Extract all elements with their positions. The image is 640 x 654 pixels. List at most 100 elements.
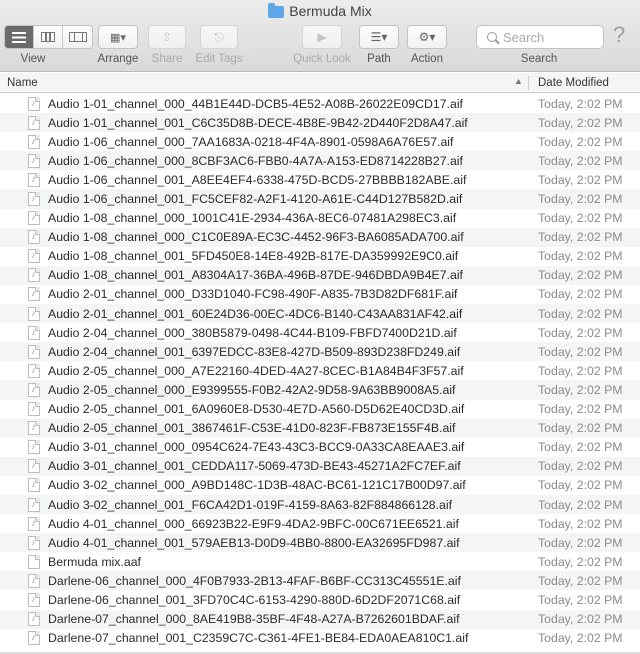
edit-tags-button[interactable]: ⎋ bbox=[200, 25, 238, 49]
audio-file-icon bbox=[28, 592, 40, 607]
file-row[interactable]: Audio 2-05_channel_001_3867461F-C53E-41D… bbox=[0, 418, 640, 438]
quick-look-button[interactable]: ▶ bbox=[302, 25, 342, 49]
file-name: Bermuda mix.aaf bbox=[48, 554, 141, 569]
file-row[interactable]: Audio 2-01_channel_001_60E24D36-00EC-4DC… bbox=[0, 304, 640, 324]
file-date-modified: Today, 2:02 PM bbox=[538, 363, 623, 378]
action-button[interactable]: ⚙▾ bbox=[407, 25, 447, 49]
audio-file-icon bbox=[28, 134, 40, 149]
window-title: Bermuda Mix bbox=[0, 2, 640, 20]
file-name-cell: Audio 1-06_channel_001_A8EE4EF4-6338-475… bbox=[0, 172, 530, 187]
file-date-modified: Today, 2:02 PM bbox=[538, 421, 623, 436]
share-label: Share bbox=[151, 53, 183, 65]
sort-ascending-icon: ▲ bbox=[514, 76, 523, 86]
file-row[interactable]: Audio 2-05_channel_001_6A0960E8-D530-4E7… bbox=[0, 400, 640, 419]
file-date-modified: Today, 2:02 PM bbox=[538, 192, 623, 207]
list-view-button[interactable] bbox=[5, 26, 34, 48]
path-label: Path bbox=[367, 53, 391, 65]
finder-toolbar: Bermuda Mix View ▦▾ Arrange ⇧ Share ⎋ Ed… bbox=[0, 0, 640, 72]
search-label: Search bbox=[520, 53, 558, 65]
audio-file-icon bbox=[28, 268, 40, 283]
file-name: Audio 2-05_channel_000_A7E22160-4DED-4A2… bbox=[48, 363, 464, 378]
file-name-cell: Audio 1-06_channel_000_7AA1683A-0218-4F4… bbox=[0, 134, 530, 149]
file-row[interactable]: Audio 1-08_channel_001_A8304A17-36BA-496… bbox=[0, 265, 640, 285]
column-divider[interactable] bbox=[528, 76, 529, 90]
file-row[interactable]: Bermuda mix.aaf Today, 2:02 PM bbox=[0, 552, 640, 571]
file-list: Audio 1-01_channel_000_44B1E44D-DCB5-4E5… bbox=[0, 94, 640, 648]
window-title-text: Bermuda Mix bbox=[289, 3, 372, 19]
arrange-button[interactable]: ▦▾ bbox=[98, 25, 138, 49]
file-name-cell: Audio 4-01_channel_000_66923B22-E9F9-4DA… bbox=[0, 516, 530, 531]
file-name-cell: Audio 1-08_channel_001_5FD450E8-14E8-492… bbox=[0, 249, 530, 264]
search-input[interactable]: Search bbox=[476, 25, 604, 49]
file-name-cell: Audio 1-01_channel_000_44B1E44D-DCB5-4E5… bbox=[0, 96, 530, 111]
file-name-cell: Audio 1-08_channel_001_A8304A17-36BA-496… bbox=[0, 268, 530, 283]
file-row[interactable]: Darlene-07_channel_000_8AE419B8-35BF-4F4… bbox=[0, 609, 640, 629]
cover-flow-button[interactable] bbox=[63, 26, 92, 48]
file-row[interactable]: Audio 3-01_channel_001_CEDDA117-5069-473… bbox=[0, 456, 640, 476]
file-row[interactable]: Audio 1-01_channel_001_C6C35D8B-DECE-4B8… bbox=[0, 113, 640, 133]
file-name-cell: Darlene-07_channel_000_8AE419B8-35BF-4F4… bbox=[0, 612, 530, 627]
audio-file-icon bbox=[28, 306, 40, 321]
file-row[interactable]: Darlene-07_channel_001_C2359C7C-C361-4FE… bbox=[0, 629, 640, 648]
file-row[interactable]: Audio 4-01_channel_001_579AEB13-D0D9-4BB… bbox=[0, 533, 640, 553]
file-date-modified: Today, 2:02 PM bbox=[538, 478, 623, 493]
file-row[interactable]: Audio 1-06_channel_000_7AA1683A-0218-4F4… bbox=[0, 132, 640, 151]
file-row[interactable]: Audio 1-06_channel_001_A8EE4EF4-6338-475… bbox=[0, 170, 640, 189]
audio-file-icon bbox=[28, 573, 40, 588]
view-label: View bbox=[20, 53, 46, 65]
file-name: Audio 3-02_channel_000_A9BD148C-1D3B-48A… bbox=[48, 478, 466, 493]
file-name-cell: Audio 3-02_channel_001_F6CA42D1-019F-415… bbox=[0, 497, 530, 512]
file-date-modified: Today, 2:02 PM bbox=[538, 344, 623, 359]
path-button[interactable]: ☰▾ bbox=[359, 25, 399, 49]
share-button[interactable]: ⇧ bbox=[148, 25, 186, 49]
file-row[interactable]: Audio 3-02_channel_000_A9BD148C-1D3B-48A… bbox=[0, 476, 640, 495]
column-view-button[interactable] bbox=[34, 26, 63, 48]
file-row[interactable]: Audio 4-01_channel_000_66923B22-E9F9-4DA… bbox=[0, 514, 640, 533]
file-row[interactable]: Audio 1-08_channel_000_1001C41E-2934-436… bbox=[0, 209, 640, 228]
file-name: Audio 3-01_channel_001_CEDDA117-5069-473… bbox=[48, 459, 461, 474]
file-row[interactable]: Audio 2-05_channel_000_A7E22160-4DED-4A2… bbox=[0, 361, 640, 380]
file-row[interactable]: Audio 2-04_channel_000_380B5879-0498-4C4… bbox=[0, 323, 640, 342]
date-modified-column-header[interactable]: Date Modified bbox=[538, 77, 609, 89]
search-icon bbox=[487, 32, 497, 42]
file-name: Audio 1-06_channel_001_FC5CEF82-A2F1-412… bbox=[48, 192, 463, 207]
action-label: Action bbox=[411, 53, 443, 65]
file-row[interactable]: Audio 1-06_channel_001_FC5CEF82-A2F1-412… bbox=[0, 189, 640, 209]
file-row[interactable]: Darlene-06_channel_000_4F0B7933-2B13-4FA… bbox=[0, 571, 640, 591]
audio-file-icon bbox=[28, 325, 40, 340]
file-row[interactable]: Audio 1-08_channel_000_C1C0E89A-EC3C-445… bbox=[0, 227, 640, 247]
file-date-modified: Today, 2:02 PM bbox=[538, 459, 623, 474]
audio-file-icon bbox=[28, 497, 40, 512]
file-name-cell: Audio 2-05_channel_000_A7E22160-4DED-4A2… bbox=[0, 363, 530, 378]
file-name-cell: Audio 2-05_channel_000_E9399555-F0B2-42A… bbox=[0, 382, 530, 397]
file-row[interactable]: Audio 1-01_channel_000_44B1E44D-DCB5-4E5… bbox=[0, 94, 640, 113]
file-date-modified: Today, 2:02 PM bbox=[538, 153, 623, 168]
file-row[interactable]: Audio 2-04_channel_001_6397EDCC-83E8-427… bbox=[0, 342, 640, 362]
file-row[interactable]: Darlene-06_channel_001_3FD70C4C-6153-429… bbox=[0, 590, 640, 609]
file-row[interactable]: Audio 1-08_channel_001_5FD450E8-14E8-492… bbox=[0, 247, 640, 266]
file-row[interactable]: Audio 3-01_channel_000_0954C624-7E43-43C… bbox=[0, 438, 640, 457]
file-date-modified: Today, 2:02 PM bbox=[538, 516, 623, 531]
audio-file-icon bbox=[28, 440, 40, 455]
file-date-modified: Today, 2:02 PM bbox=[538, 497, 623, 512]
file-name-cell: Audio 2-01_channel_001_60E24D36-00EC-4DC… bbox=[0, 306, 530, 321]
file-date-modified: Today, 2:02 PM bbox=[538, 612, 623, 627]
file-row[interactable]: Audio 2-05_channel_000_E9399555-F0B2-42A… bbox=[0, 380, 640, 400]
file-name-cell: Audio 2-04_channel_000_380B5879-0498-4C4… bbox=[0, 325, 530, 340]
file-name: Audio 2-05_channel_001_6A0960E8-D530-4E7… bbox=[48, 402, 465, 417]
file-row[interactable]: Audio 3-02_channel_001_F6CA42D1-019F-415… bbox=[0, 494, 640, 515]
name-column-header[interactable]: Name bbox=[7, 77, 38, 89]
file-name: Audio 2-05_channel_000_E9399555-F0B2-42A… bbox=[48, 382, 456, 397]
share-icon: ⇧ bbox=[161, 30, 173, 44]
file-date-modified: Today, 2:02 PM bbox=[538, 249, 623, 264]
file-name: Audio 1-08_channel_001_A8304A17-36BA-496… bbox=[48, 268, 463, 283]
file-name: Audio 4-01_channel_000_66923B22-E9F9-4DA… bbox=[48, 516, 459, 531]
audio-file-icon bbox=[28, 96, 40, 111]
file-date-modified: Today, 2:02 PM bbox=[538, 554, 623, 569]
file-date-modified: Today, 2:02 PM bbox=[538, 96, 623, 111]
file-row[interactable]: Audio 1-06_channel_000_8CBF3AC6-FBB0-4A7… bbox=[0, 151, 640, 171]
file-row[interactable]: Audio 2-01_channel_000_D33D1040-FC98-490… bbox=[0, 285, 640, 304]
file-date-modified: Today, 2:02 PM bbox=[538, 382, 623, 397]
tag-icon: ⎋ bbox=[214, 29, 224, 44]
help-icon[interactable]: ? bbox=[613, 22, 625, 48]
